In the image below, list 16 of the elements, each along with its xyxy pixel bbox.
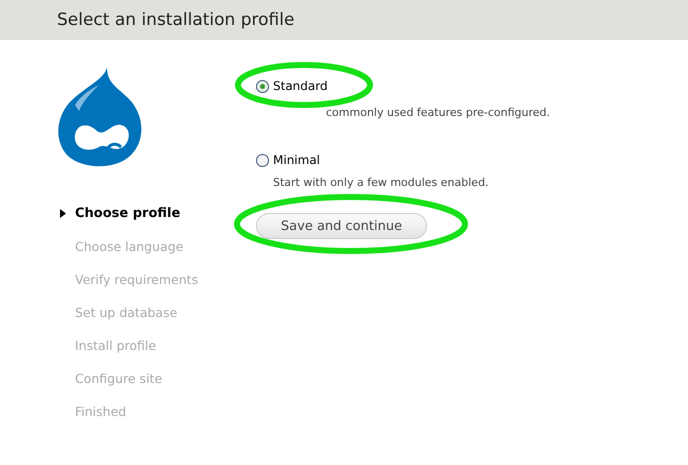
profile-label: Standard	[273, 79, 328, 93]
step-item: Set up database	[74, 304, 178, 322]
profile-description: commonly used features pre-configured.	[325, 106, 550, 119]
profile-description: Start with only a few modules enabled.	[272, 176, 490, 189]
step-item: Verify requirements	[74, 271, 200, 289]
radio-button[interactable]	[256, 154, 269, 166]
page-title: Select an installation profile	[57, 10, 294, 30]
step-item: Install profile	[74, 337, 158, 355]
step-item: Configure site	[74, 370, 164, 388]
step-item: Choose profile	[55, 197, 255, 230]
step-item: Finished	[74, 403, 128, 421]
radio-button[interactable]	[256, 80, 269, 92]
save-and-continue-button[interactable]: Save and continue	[256, 213, 427, 239]
step-item: Choose language	[74, 238, 184, 256]
profile-label: Minimal	[273, 153, 320, 167]
arrow-icon	[60, 209, 66, 218]
